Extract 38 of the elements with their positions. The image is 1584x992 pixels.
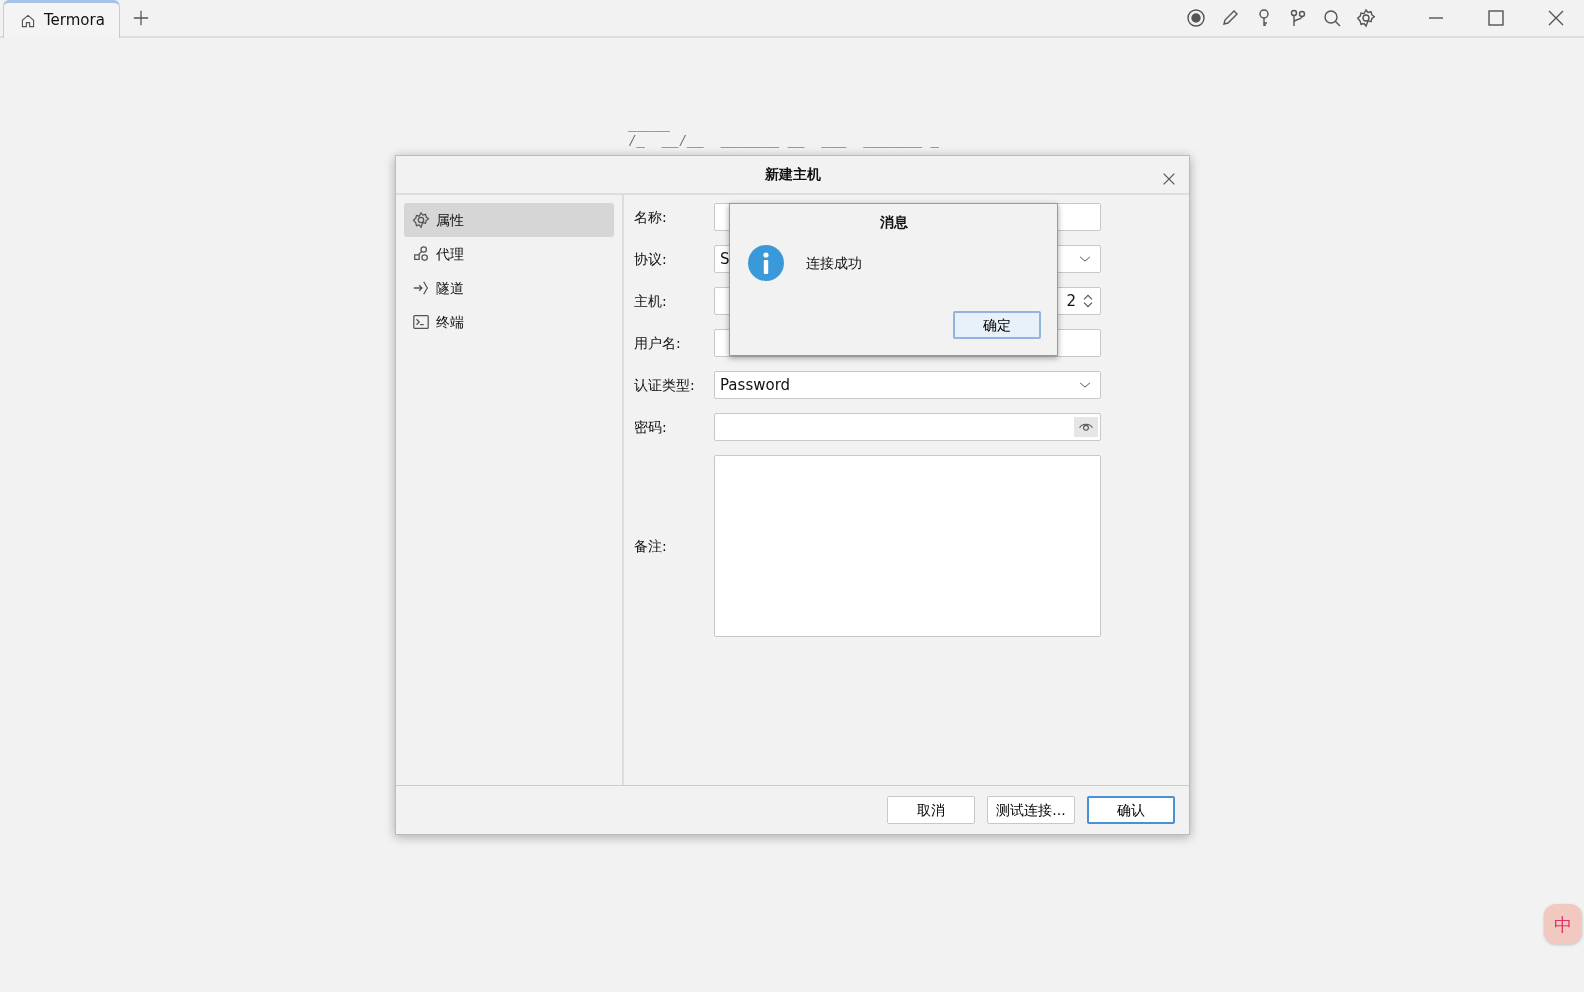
field-label: 密码: xyxy=(634,417,668,437)
close-icon[interactable] xyxy=(1161,171,1177,187)
password-field[interactable] xyxy=(714,413,1101,441)
field-label: 协议: xyxy=(634,249,668,269)
confirm-button[interactable]: 确认 xyxy=(1087,796,1175,824)
branch-icon[interactable] xyxy=(1288,8,1308,28)
search-icon[interactable] xyxy=(1322,8,1342,28)
dialog-button[interactable]: 取消 xyxy=(887,796,975,824)
record-icon[interactable] xyxy=(1186,8,1206,28)
home-icon xyxy=(20,12,36,29)
arrow-icon xyxy=(412,279,430,297)
field-label: 主机: xyxy=(634,291,668,311)
message-text: 连接成功 xyxy=(806,253,862,273)
dropdown-field[interactable]: Password xyxy=(714,371,1101,399)
field-label: 认证类型: xyxy=(634,375,696,395)
field-label: 备注: xyxy=(634,536,668,556)
sidebar-item[interactable]: 终端 xyxy=(404,305,614,339)
nodes-icon xyxy=(412,245,430,263)
sidebar-item[interactable]: 隧道 xyxy=(404,271,614,305)
ascii-art-line: _____ xyxy=(628,118,671,134)
message-title: 消息 xyxy=(879,213,908,232)
close-icon[interactable] xyxy=(1546,8,1566,28)
sidebar-item[interactable]: 代理 xyxy=(404,237,614,271)
maximize-icon[interactable] xyxy=(1486,8,1506,28)
dialog-button[interactable]: 测试连接... xyxy=(987,796,1075,824)
dialog-title: 新建主机 xyxy=(764,165,821,184)
ascii-art-line: /_ __/__ _______ __ ___ _______ _ xyxy=(628,134,939,150)
terminal-icon xyxy=(412,313,430,331)
plus-icon[interactable] xyxy=(131,9,150,27)
info-icon xyxy=(748,245,784,281)
pencil-icon[interactable] xyxy=(1220,8,1240,28)
tab[interactable]: Termora xyxy=(3,0,120,38)
field-label: 名称: xyxy=(634,207,668,227)
settings-icon[interactable] xyxy=(1356,8,1376,28)
field-label: 用户名: xyxy=(634,333,682,353)
gear-icon xyxy=(412,211,430,229)
ok-button[interactable]: 确定 xyxy=(953,311,1041,339)
sidebar-item[interactable]: 属性 xyxy=(404,203,614,237)
